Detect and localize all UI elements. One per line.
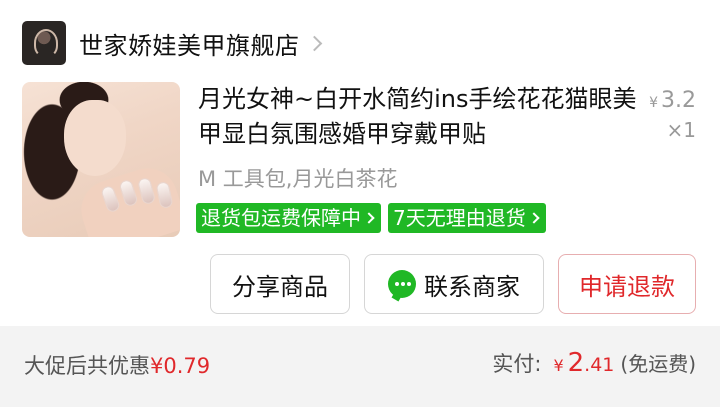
- paid-amount-dec: .41: [584, 354, 615, 376]
- chat-icon: [388, 270, 416, 298]
- discount-label: 大促后共优惠: [24, 354, 150, 378]
- chevron-right-icon: [528, 212, 540, 224]
- discount-info: 大促后共优惠¥0.79: [24, 350, 210, 380]
- price-value: 3.2: [661, 88, 696, 113]
- chevron-right-icon: [363, 212, 375, 224]
- discount-amount: ¥0.79: [150, 354, 211, 378]
- product-title[interactable]: 月光女神~白开水简约ins手绘花花猫眼美甲显白氛围感婚甲穿戴甲贴: [198, 82, 638, 152]
- badge-return-shipping[interactable]: 退货包运费保障中: [196, 203, 381, 233]
- chevron-right-icon: [306, 35, 322, 51]
- share-label: 分享商品: [232, 272, 328, 301]
- request-refund-button[interactable]: 申请退款: [558, 254, 696, 314]
- share-product-button[interactable]: 分享商品: [210, 254, 350, 314]
- product-thumbnail[interactable]: [22, 82, 180, 237]
- paid-label: 实付:: [492, 352, 542, 376]
- contact-label: 联系商家: [424, 272, 520, 301]
- badge-7day-return[interactable]: 7天无理由退货: [388, 203, 546, 233]
- shipping-note: (免运费): [620, 352, 696, 376]
- shop-logo: [22, 21, 66, 65]
- price-currency: ¥: [649, 95, 658, 111]
- refund-label: 申请退款: [579, 272, 675, 301]
- order-summary: 大促后共优惠¥0.79 实付: ¥ 2 .41 (免运费): [0, 326, 720, 407]
- product-quantity: ×1: [666, 118, 696, 142]
- badge-label: 退货包运费保障中: [201, 206, 361, 230]
- badge-label: 7天无理由退货: [393, 206, 526, 230]
- paid-amount-int: 2: [567, 348, 585, 378]
- service-badges: 退货包运费保障中 7天无理由退货: [196, 203, 546, 233]
- product-price: ¥3.2: [649, 88, 696, 113]
- product-sku: M 工具包,月光白茶花: [198, 167, 398, 191]
- order-card: 世家娇娃美甲旗舰店 月光女神~白开水简约ins手绘花花猫眼美甲显白氛围感婚甲穿戴…: [0, 0, 720, 326]
- thumb-face: [64, 100, 126, 176]
- shop-name[interactable]: 世家娇娃美甲旗舰店: [79, 26, 300, 61]
- contact-seller-button[interactable]: 联系商家: [364, 254, 544, 314]
- paid-currency: ¥: [553, 356, 564, 375]
- paid-total: 实付: ¥ 2 .41 (免运费): [492, 348, 696, 378]
- shop-header[interactable]: 世家娇娃美甲旗舰店: [22, 20, 322, 66]
